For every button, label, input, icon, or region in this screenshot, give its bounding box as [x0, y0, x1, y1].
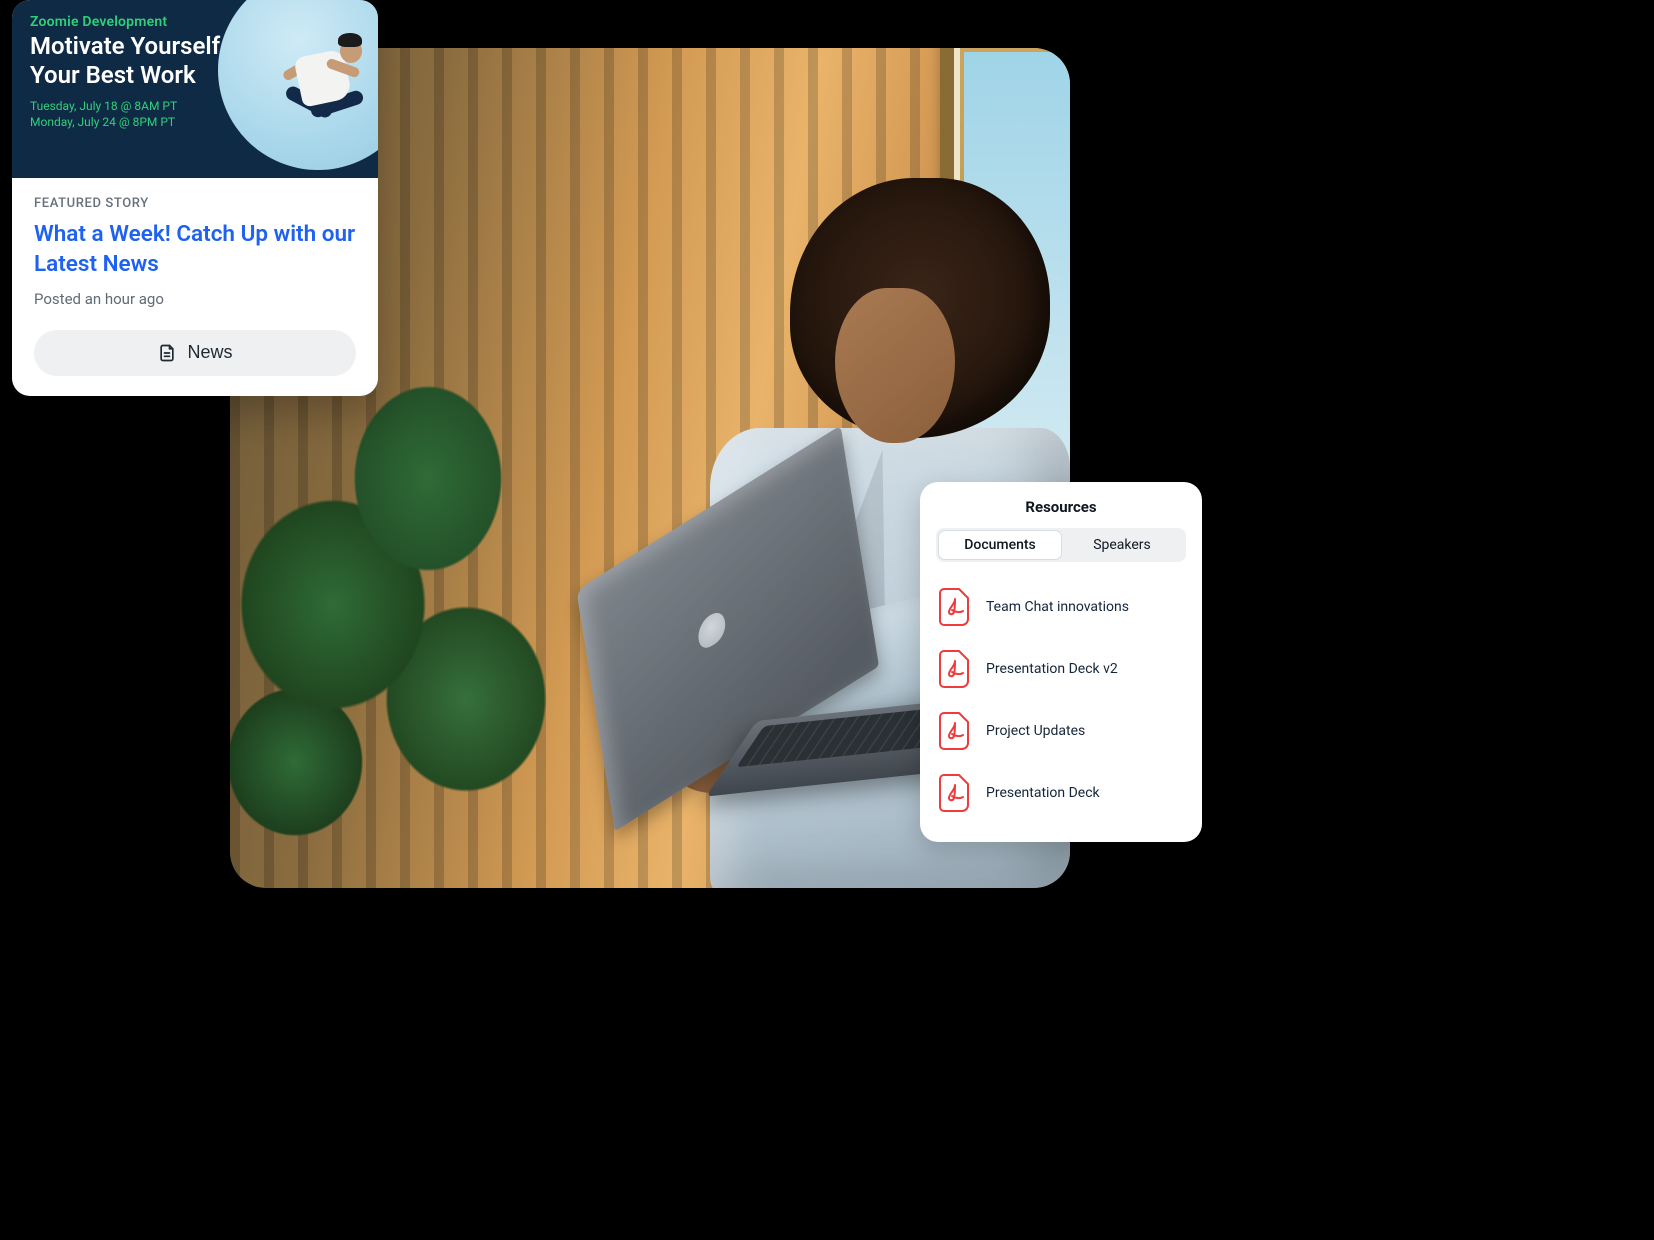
document-name: Presentation Deck v2: [986, 661, 1118, 677]
document-name: Team Chat innovations: [986, 599, 1129, 615]
featured-hero: Zoomie Development Motivate Yourself to …: [12, 0, 378, 178]
featured-posted-time: Posted an hour ago: [34, 290, 356, 308]
document-row[interactable]: Team Chat innovations: [936, 576, 1186, 638]
resources-title: Resources: [936, 498, 1186, 516]
document-name: Presentation Deck: [986, 785, 1100, 801]
featured-eyebrow: FEATURED STORY: [34, 196, 356, 211]
news-button-label: News: [187, 342, 232, 363]
document-row[interactable]: Presentation Deck: [936, 762, 1186, 824]
pdf-icon: [938, 711, 972, 751]
featured-headline-link[interactable]: What a Week! Catch Up with our Latest Ne…: [34, 219, 356, 280]
hero-runner-image: [218, 0, 378, 170]
document-icon: [157, 342, 177, 364]
pdf-icon: [938, 773, 972, 813]
pdf-icon: [938, 649, 972, 689]
featured-body: FEATURED STORY What a Week! Catch Up wit…: [12, 178, 378, 396]
document-row[interactable]: Project Updates: [936, 700, 1186, 762]
document-name: Project Updates: [986, 723, 1085, 739]
resources-tabs: Documents Speakers: [936, 528, 1186, 562]
tab-documents[interactable]: Documents: [939, 531, 1061, 559]
news-button[interactable]: News: [34, 330, 356, 376]
pdf-icon: [938, 587, 972, 627]
resources-card: Resources Documents Speakers Team Chat i…: [920, 482, 1202, 842]
featured-story-card: Zoomie Development Motivate Yourself to …: [12, 0, 378, 396]
document-row[interactable]: Presentation Deck v2: [936, 638, 1186, 700]
tab-speakers[interactable]: Speakers: [1061, 531, 1183, 559]
